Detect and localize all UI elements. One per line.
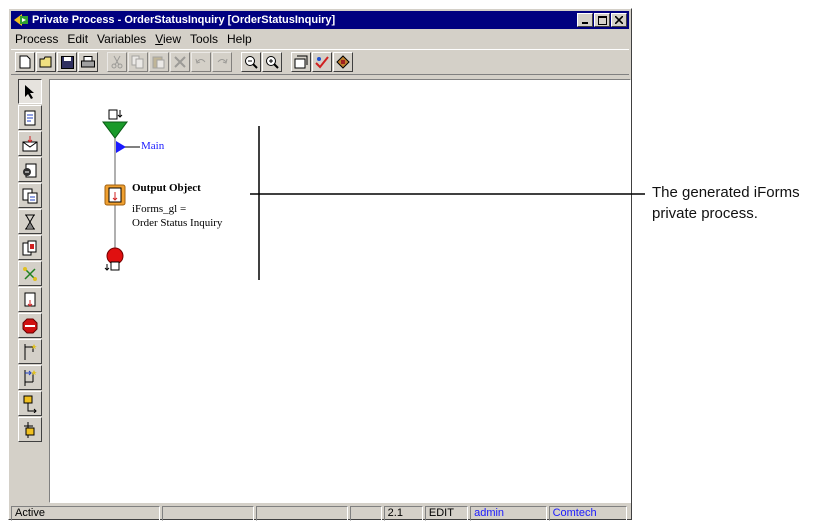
- document-tool[interactable]: [18, 105, 42, 130]
- zoom-in-button[interactable]: [262, 52, 282, 72]
- delete-button[interactable]: [170, 52, 190, 72]
- open-icon: [39, 56, 52, 68]
- open-button[interactable]: [36, 52, 56, 72]
- close-icon: [615, 16, 623, 24]
- stop-icon: [22, 318, 38, 333]
- maximize-button[interactable]: [594, 13, 610, 27]
- join-tool[interactable]: [18, 365, 42, 390]
- close-button[interactable]: [611, 13, 627, 27]
- menu-edit[interactable]: Edit: [67, 32, 88, 46]
- publish-icon: [336, 55, 350, 69]
- status-user: admin: [470, 505, 547, 521]
- validate-button[interactable]: [312, 52, 332, 72]
- process-canvas[interactable]: Main Output Object iForms_gl = Order Sta…: [49, 79, 631, 503]
- timer-icon: [25, 214, 35, 229]
- subprocess-icon: [23, 395, 37, 413]
- start-node[interactable]: [102, 109, 128, 139]
- undo-button[interactable]: [191, 52, 211, 72]
- pointer-icon: [25, 84, 34, 99]
- pointer-tool[interactable]: [18, 79, 42, 104]
- print-button[interactable]: [78, 52, 98, 72]
- parallel-icon: [23, 266, 37, 281]
- zoom-in-icon: [266, 56, 279, 69]
- redo-button[interactable]: [212, 52, 232, 72]
- timer-tool[interactable]: [18, 209, 42, 234]
- copy-button[interactable]: [128, 52, 148, 72]
- cut-button[interactable]: [107, 52, 127, 72]
- paste-icon: [152, 56, 165, 69]
- main-flag-icon: [116, 141, 140, 153]
- menu-tools[interactable]: Tools: [190, 32, 218, 46]
- minimize-icon: [582, 22, 588, 24]
- output-object-tool[interactable]: [18, 287, 42, 312]
- title-bar[interactable]: Private Process - OrderStatusInquiry [Or…: [11, 11, 629, 29]
- move-icon: [24, 421, 35, 438]
- delete-icon: [174, 56, 186, 68]
- main-label: Main: [141, 140, 165, 152]
- minimize-button[interactable]: [577, 13, 593, 27]
- new-icon: [19, 55, 31, 69]
- join-icon: [24, 369, 37, 386]
- output-object-line1: iForms_gl =: [132, 203, 187, 215]
- split-tool[interactable]: [18, 339, 42, 364]
- validate-icon: [315, 56, 329, 69]
- callout-line-1: The generated iForms: [652, 184, 800, 201]
- cut-icon: [111, 55, 123, 69]
- stop-tool[interactable]: [18, 313, 42, 338]
- split-icon: [24, 343, 37, 360]
- menu-bar: Process Edit Variables View Tools Help: [11, 30, 629, 48]
- menu-help[interactable]: Help: [227, 32, 252, 46]
- status-mode: EDIT: [424, 505, 469, 521]
- transform-icon: [22, 188, 38, 203]
- parallel-tool[interactable]: [18, 261, 42, 286]
- copy-icon: [131, 55, 144, 69]
- redo-icon: [217, 58, 228, 64]
- publish-button[interactable]: [333, 52, 353, 72]
- app-icon: [14, 14, 28, 26]
- toolbar: [11, 49, 629, 75]
- receive-tool[interactable]: [18, 131, 42, 156]
- output-object-icon: [24, 292, 36, 307]
- status-bar: Active 2.1 EDIT admin Comtech: [11, 505, 629, 521]
- output-object-title: Output Object: [132, 182, 201, 194]
- menu-view[interactable]: View: [155, 32, 181, 46]
- subprocess-tool[interactable]: [18, 391, 42, 416]
- status-field-3: [350, 505, 382, 521]
- send-tool[interactable]: [18, 157, 42, 182]
- menu-process[interactable]: Process: [15, 32, 58, 46]
- decision-tool[interactable]: [18, 235, 42, 260]
- status-version: 2.1: [383, 505, 423, 521]
- send-icon: [23, 163, 37, 177]
- properties-button[interactable]: [291, 52, 311, 72]
- tool-palette: [15, 79, 45, 505]
- undo-icon: [195, 58, 206, 64]
- transform-tool[interactable]: [18, 183, 42, 208]
- app-window: Private Process - OrderStatusInquiry [Or…: [8, 8, 632, 521]
- paste-button[interactable]: [149, 52, 169, 72]
- output-object-node[interactable]: [104, 184, 126, 206]
- end-node[interactable]: [104, 247, 124, 271]
- zoom-out-button[interactable]: [241, 52, 261, 72]
- properties-icon: [294, 55, 308, 69]
- callout-annotation: The generated iForms private process.: [652, 182, 836, 224]
- decision-icon: [22, 240, 37, 255]
- new-button[interactable]: [15, 52, 35, 72]
- maximize-icon: [597, 15, 607, 25]
- menu-variables[interactable]: Variables: [97, 32, 146, 46]
- save-icon: [60, 55, 74, 69]
- status-field-1: [161, 505, 255, 521]
- output-object-line2: Order Status Inquiry: [132, 217, 223, 229]
- window-title: Private Process - OrderStatusInquiry [Or…: [32, 14, 336, 26]
- document-icon: [24, 110, 36, 125]
- save-button[interactable]: [57, 52, 77, 72]
- print-icon: [81, 55, 95, 67]
- receive-icon: [22, 135, 38, 151]
- status-field-2: [256, 505, 349, 521]
- status-state: Active: [11, 505, 160, 521]
- zoom-out-icon: [245, 56, 258, 69]
- move-tool[interactable]: [18, 417, 42, 442]
- callout-line-2: private process.: [652, 205, 758, 222]
- status-company: Comtech: [548, 505, 627, 521]
- process-diagram: [102, 109, 260, 280]
